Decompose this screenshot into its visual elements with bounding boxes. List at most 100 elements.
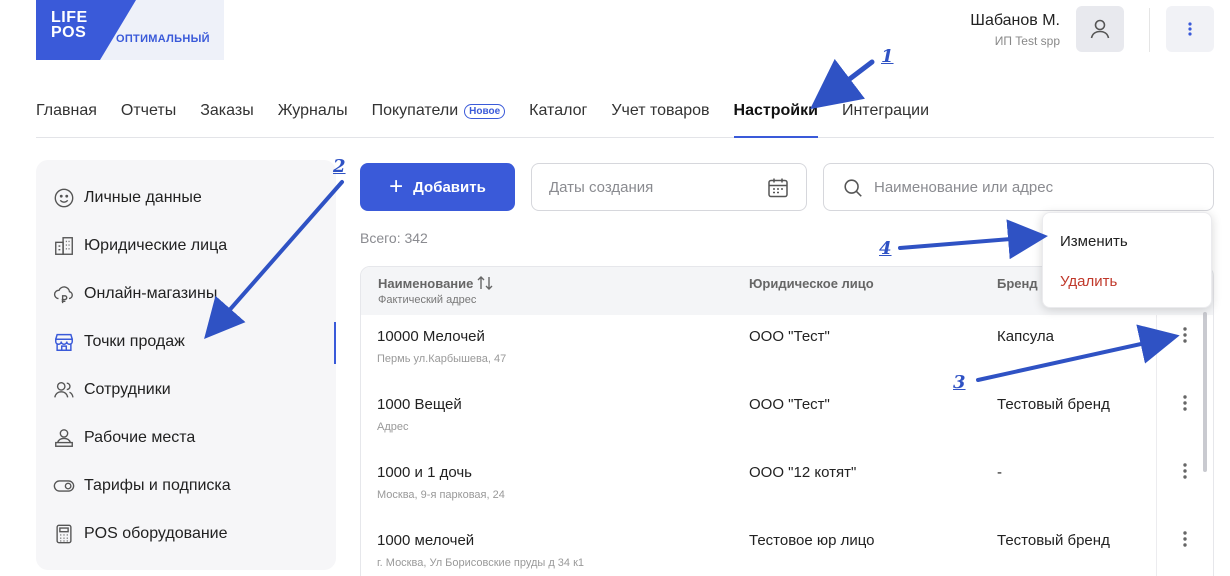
sidebar-item-pos-hardware[interactable]: POS оборудование (52, 519, 228, 549)
row-legal: ООО "Тест" (749, 396, 830, 413)
nav-journals[interactable]: Журналы (278, 94, 348, 138)
row-address: Москва, 9-я парковая, 24 (377, 489, 505, 501)
annotation-number-3: 3 (953, 372, 966, 393)
table-row[interactable]: 10000 Мелочей Пермь ул.Карбышева, 47 ООО… (361, 315, 1213, 383)
plan-name: ОПТИМАЛЬНЫЙ (116, 33, 210, 45)
nav-integrations[interactable]: Интеграции (842, 94, 929, 138)
sidebar-item-label: Тарифы и подписка (84, 477, 231, 494)
nav-label: Главная (36, 102, 97, 119)
nav-label: Настройки (733, 102, 818, 119)
table-scrollbar[interactable] (1203, 312, 1207, 472)
nav-reports[interactable]: Отчеты (121, 94, 176, 138)
dots-vertical-icon (1183, 395, 1187, 411)
row-brand: Тестовый бренд (997, 532, 1110, 549)
menu-item-delete[interactable]: Удалить (1060, 273, 1117, 290)
nav-inventory[interactable]: Учет товаров (611, 94, 709, 138)
row-legal: Тестовое юр лицо (749, 532, 875, 549)
row-name: 1000 и 1 дочь (377, 464, 472, 481)
sidebar-item-label: Точки продаж (84, 333, 185, 350)
nav-label: Отчеты (120, 102, 177, 119)
sidebar-item-sales-points[interactable]: Точки продаж (52, 327, 185, 357)
annotation-number-2: 2 (333, 156, 346, 177)
nav-label: Покупатели (371, 102, 459, 119)
row-actions-button[interactable] (1171, 389, 1199, 417)
column-header-name[interactable]: Наименование (378, 276, 493, 291)
menu-item-edit[interactable]: Изменить (1060, 233, 1128, 250)
nav-label: Учет товаров (611, 102, 710, 119)
nav-label: Интеграции (841, 102, 930, 119)
logo-area[interactable]: LIFE POS ОПТИМАЛЬНЫЙ (36, 0, 224, 60)
table-row[interactable]: 1000 мелочей г. Москва, Ул Борисовские п… (361, 519, 1213, 576)
main-nav: Главная Отчеты Заказы Журналы Покупатели… (36, 94, 1214, 138)
header-divider (1149, 8, 1150, 52)
row-actions-button[interactable] (1171, 525, 1199, 553)
row-actions-menu: Изменить Удалить (1042, 212, 1212, 308)
sidebar-item-label: Юридические лица (84, 237, 228, 254)
row-legal: ООО "Тест" (749, 328, 830, 345)
sidebar-item-employees[interactable]: Сотрудники (52, 375, 171, 405)
nav-label: Каталог (529, 102, 588, 119)
creation-date-field[interactable]: Даты создания (531, 163, 807, 211)
column-header-legal: Юридическое лицо (749, 276, 874, 291)
sidebar-item-personal[interactable]: Личные данные (52, 183, 202, 213)
row-brand: Тестовый бренд (997, 396, 1110, 413)
add-button-label: Добавить (413, 178, 486, 196)
more-menu-button[interactable] (1166, 6, 1214, 52)
nav-main[interactable]: Главная (36, 94, 97, 138)
row-legal: ООО "12 котят" (749, 464, 857, 481)
row-name: 1000 Вещей (377, 396, 462, 413)
building-icon (52, 234, 76, 258)
calendar-icon[interactable] (766, 176, 790, 200)
table-row[interactable]: 1000 и 1 дочь Москва, 9-я парковая, 24 О… (361, 451, 1213, 519)
nav-label: Журналы (277, 102, 348, 119)
dots-vertical-icon (1183, 463, 1187, 479)
lifepos-logo: LIFE POS (36, 0, 100, 60)
logo-line-2: POS (51, 24, 87, 41)
logo-corner (100, 0, 136, 60)
user-org: ИП Test spp (994, 34, 1060, 48)
plus-icon: + (389, 173, 404, 200)
user-icon (1090, 19, 1110, 39)
user-info: Шабанов М. ИП Test spp (970, 12, 1060, 48)
row-address: Пермь ул.Карбышева, 47 (377, 353, 507, 365)
nav-orders[interactable]: Заказы (200, 94, 253, 138)
row-divider (1156, 315, 1157, 383)
dots-vertical-icon (1188, 22, 1192, 36)
sidebar-item-legal[interactable]: Юридические лица (52, 231, 227, 261)
sidebar-active-indicator (334, 322, 336, 364)
store-icon (52, 330, 76, 354)
sort-icon[interactable] (477, 276, 493, 290)
table-row[interactable]: 1000 Вещей Адрес ООО "Тест" Тестовый бре… (361, 383, 1213, 451)
cloud-ruble-icon (52, 282, 76, 306)
sidebar-item-label: Онлайн-магазины (84, 285, 218, 302)
sidebar-item-online-stores[interactable]: Онлайн-магазины (52, 279, 217, 309)
logo-line-1: LIFE (51, 9, 88, 26)
row-actions-button[interactable] (1171, 457, 1199, 485)
dots-vertical-icon (1183, 327, 1187, 343)
row-name: 10000 Мелочей (377, 328, 485, 345)
smile-icon (52, 186, 76, 210)
sidebar-item-label: POS оборудование (84, 525, 228, 542)
sidebar-item-workplaces[interactable]: Рабочие места (52, 423, 195, 453)
add-button[interactable]: + Добавить (360, 163, 515, 211)
search-placeholder: Наименование или адрес (874, 178, 1054, 196)
nav-settings[interactable]: Настройки (733, 94, 818, 138)
row-divider (1156, 383, 1157, 451)
sidebar-item-label: Личные данные (84, 189, 202, 206)
sales-points-table: Наименование Фактический адрес Юридическ… (360, 266, 1214, 576)
nav-customers[interactable]: Покупатели Новое (372, 94, 506, 138)
nav-catalog[interactable]: Каталог (529, 94, 587, 138)
column-header-address: Фактический адрес (378, 294, 477, 306)
sidebar-item-tariffs[interactable]: Тарифы и подписка (52, 471, 231, 501)
annotation-number-4: 4 (879, 238, 892, 259)
avatar[interactable] (1076, 6, 1124, 52)
annotation-number-1: 1 (881, 46, 894, 67)
sidebar-item-label: Рабочие места (84, 429, 196, 446)
total-count: Всего: 342 (360, 230, 428, 246)
nav-label: Заказы (200, 102, 254, 119)
row-brand: Капсула (997, 328, 1054, 345)
row-brand: - (997, 464, 1002, 481)
settings-sidebar: Личные данные Юридические лица Онлайн-ма… (36, 160, 336, 570)
row-actions-button[interactable] (1171, 321, 1199, 349)
search-input[interactable]: Наименование или адрес (823, 163, 1214, 211)
